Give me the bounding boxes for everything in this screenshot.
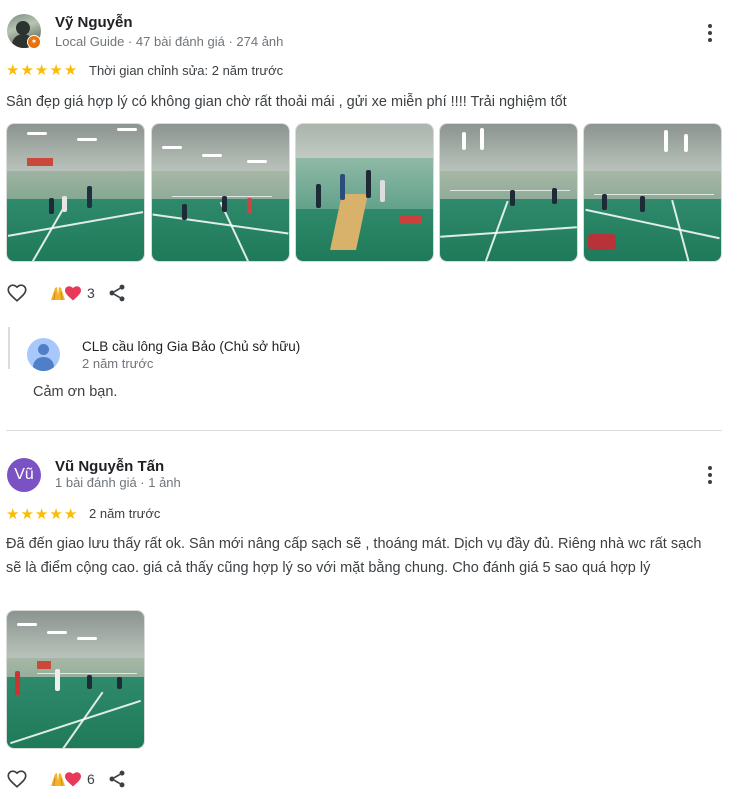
review-time: Thời gian chỉnh sửa: 2 năm trước <box>89 63 284 78</box>
review-card: Vũ Vũ Nguyễn Tấn 1 bài đánh giá · 1 ảnh … <box>0 431 745 799</box>
reviewer-name[interactable]: Vũ Nguyễn Tấn <box>55 458 164 475</box>
reviewer-meta[interactable]: 1 bài đánh giá · 1 ảnh <box>55 475 181 490</box>
star-icon: ★ <box>6 61 20 79</box>
pray-and-heart-reaction-icons <box>51 286 81 301</box>
star-rating: ★ ★ ★ ★ ★ <box>6 63 77 78</box>
response-indent-bar <box>8 327 10 369</box>
review-text: Đã đến giao lưu thấy rất ok. Sân mới nân… <box>6 536 702 576</box>
review-photo[interactable] <box>439 123 578 262</box>
owner-name: CLB cầu lông Gia Bảo (Chủ sở hữu) <box>82 339 301 354</box>
review-time: 2 năm trước <box>89 506 161 521</box>
star-icon: ★ <box>34 505 49 523</box>
owner-response: CLB cầu lông Gia Bảo (Chủ sở hữu) 2 năm … <box>8 327 308 407</box>
star-icon: ★ <box>49 505 63 523</box>
review-photo[interactable] <box>583 123 722 262</box>
review-photo[interactable] <box>295 123 434 262</box>
more-options-icon[interactable] <box>700 463 720 487</box>
reactions[interactable]: 6 <box>47 769 95 789</box>
star-icon: ★ <box>34 61 49 79</box>
review-text: Sân đẹp giá hợp lý có không gian chờ rất… <box>6 94 567 110</box>
local-guide-badge-icon: ✶ <box>27 35 41 49</box>
owner-response-time: 2 năm trước <box>82 356 154 371</box>
star-icon: ★ <box>63 61 78 79</box>
reviewer-meta[interactable]: Local Guide · 47 bài đánh giá · 274 ảnh <box>55 34 283 49</box>
more-options-icon[interactable] <box>700 21 720 45</box>
user-avatar[interactable]: Vũ <box>7 458 41 492</box>
share-icon[interactable] <box>107 283 127 303</box>
owner-response-text: Cảm ơn bạn. <box>33 384 118 400</box>
star-icon: ★ <box>63 505 78 523</box>
review-actions: 3 <box>6 282 127 304</box>
heart-outline-icon[interactable] <box>6 282 28 304</box>
heart-outline-icon[interactable] <box>6 768 28 790</box>
star-icon: ★ <box>20 61 34 79</box>
reaction-count: 3 <box>87 285 95 301</box>
pray-and-heart-reaction-icons <box>51 772 81 787</box>
star-icon: ★ <box>20 505 34 523</box>
reaction-count: 6 <box>87 771 95 787</box>
star-icon: ★ <box>49 61 63 79</box>
review-photo[interactable] <box>6 610 145 749</box>
share-icon[interactable] <box>107 769 127 789</box>
reviewer-name[interactable]: Vỹ Nguyễn <box>55 14 133 31</box>
review-photo[interactable] <box>6 123 145 262</box>
star-icon: ★ <box>6 505 20 523</box>
review-actions: 6 <box>6 768 127 790</box>
review-card: ✶ Vỹ Nguyễn Local Guide · 47 bài đánh gi… <box>0 0 745 430</box>
owner-avatar[interactable] <box>27 338 60 371</box>
star-rating: ★ ★ ★ ★ ★ <box>6 507 77 522</box>
review-photo[interactable] <box>151 123 290 262</box>
reactions[interactable]: 3 <box>47 283 95 303</box>
